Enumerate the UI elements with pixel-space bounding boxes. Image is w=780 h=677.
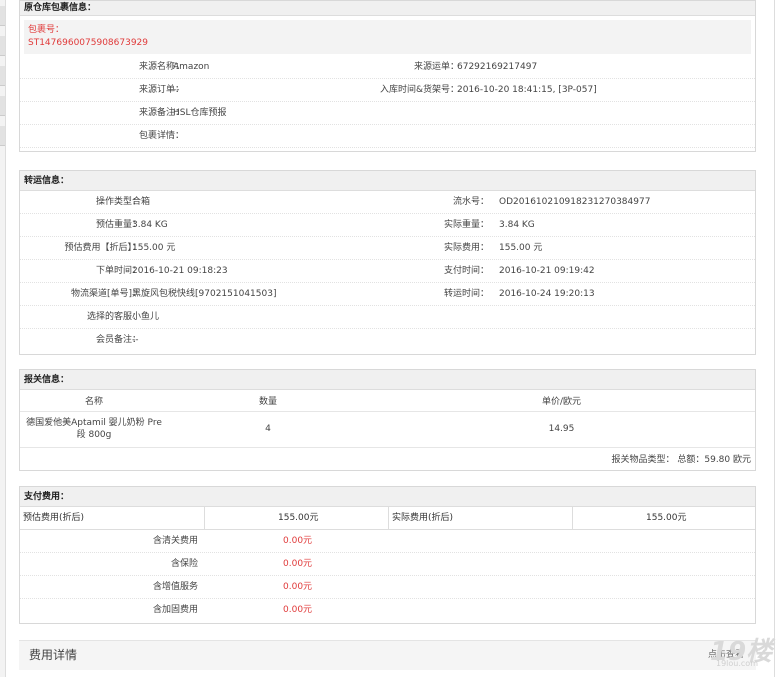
transfer-time-label: 转运时间： <box>443 289 489 299</box>
customs-fee-label: 含清关费用 <box>152 536 198 546</box>
order-time-value: 2016-10-21 09:18:23 <box>132 266 228 276</box>
fee-row: 含保险 0.00元 <box>20 553 755 576</box>
origin-row: 包裹详情： <box>20 125 755 148</box>
insurance-fee-value: 0.00元 <box>283 559 313 569</box>
watermark-small-text: 19lou.com <box>716 659 758 668</box>
source-remark-value: HSL仓库预报 <box>173 108 227 118</box>
package-number-box: 包裹号： ST1476960075908673929 <box>24 20 751 54</box>
sidebar-tab[interactable] <box>0 126 5 146</box>
transfer-row: 操作类型： 合箱 流水号： OD20161021091823127038​497… <box>20 191 755 214</box>
transfer-panel: 转运信息： 操作类型： 合箱 流水号： OD201610210918231270… <box>19 170 756 355</box>
value-added-fee-value: 0.00元 <box>283 582 313 592</box>
item-name-cell: 德国爱他美Aptamil 婴儿奶粉 Pre 段 800g <box>20 411 168 448</box>
watermark-logo: 19楼 19lou.com <box>704 631 774 671</box>
logistics-channel-value: 黑旋风包税快线[9702151041503] <box>132 289 277 299</box>
item-name-line2: 段 800g <box>76 430 112 440</box>
source-order-value: -- <box>173 85 180 95</box>
transfer-row: 会员备注： -- <box>20 329 755 352</box>
reinforce-fee-value: 0.00元 <box>283 605 313 615</box>
transfer-row: 下单时间： 2016-10-21 09:18:23 支付时间： 2016-10-… <box>20 260 755 283</box>
customs-panel-title: 报关信息： <box>20 370 755 390</box>
table-row: 德国爱他美Aptamil 婴儿奶粉 Pre 段 800g 4 14.95 <box>20 411 755 448</box>
operation-type-value: 合箱 <box>132 197 151 207</box>
est-cost-label: 预估费用【折后】： <box>64 243 141 253</box>
origin-row: 来源名称： Amazon 来源运单： 67292169217497 <box>20 56 755 79</box>
source-waybill-label: 来源运单： <box>413 62 459 72</box>
fee-row: 含加固费用 0.00元 <box>20 599 755 622</box>
customs-table: 名称 数量 单价/欧元 德国爱他美Aptamil 婴儿奶粉 Pre 段 800g… <box>20 390 755 469</box>
source-name-value: Amazon <box>173 62 210 72</box>
origin-package-panel: 原仓库包裹信息： 包裹号： ST1476960075908673929 来源名称… <box>19 0 756 152</box>
service-agent-value: 小鱼儿 <box>132 312 160 322</box>
left-sidebar-strip <box>0 0 6 677</box>
package-detail-label: 包裹详情： <box>138 131 184 141</box>
inbound-time-value: 2016-10-20 18:41:15, [3P-057] <box>457 85 597 95</box>
payment-summary-row: 预估费用(折后) 155.00元 实际费用(折后) 155.00元 <box>20 507 755 530</box>
actual-weight-label: 实际重量： <box>443 220 489 230</box>
customs-fee-value: 0.00元 <box>283 536 313 546</box>
origin-row: 来源订单： -- 入库时间&货架号： 2016-10-20 18:41:15, … <box>20 79 755 102</box>
inbound-time-label: 入库时间&货架号： <box>379 85 459 95</box>
item-name-line1: 德国爱他美Aptamil 婴儿奶粉 Pre <box>26 418 162 428</box>
col-header-price: 单价/欧元 <box>368 390 755 412</box>
sidebar-tab[interactable] <box>0 6 5 26</box>
customs-summary: 报关物品类型： 总额：59.80 欧元 <box>611 454 752 465</box>
value-added-fee-label: 含增值服务 <box>152 582 198 592</box>
transfer-row: 选择的客服： 小鱼儿 <box>20 306 755 329</box>
serial-number-label: 流水号： <box>452 197 489 207</box>
est-fee-label: 预估费用(折后) <box>23 513 85 523</box>
divider <box>388 507 389 530</box>
payment-panel-title: 支付费用： <box>20 487 755 507</box>
member-remark-value: -- <box>132 335 139 345</box>
est-cost-value: 155.00 元 <box>132 243 176 253</box>
est-fee-value: 155.00元 <box>278 513 319 523</box>
fee-detail-bar[interactable]: 费用详情 点击查看 <box>19 640 756 670</box>
origin-row: 来源备注： HSL仓库预报 <box>20 102 755 125</box>
pay-time-label: 支付时间： <box>443 266 489 276</box>
est-weight-value: 3.84 KG <box>132 220 168 230</box>
package-number-value: ST1476960075908673929 <box>28 38 149 48</box>
item-qty-cell: 4 <box>168 411 368 448</box>
actual-cost-value: 155.00 元 <box>499 243 543 253</box>
logistics-channel-label: 物流渠道[单号]： <box>70 289 141 299</box>
pay-time-value: 2016-10-21 09:19:42 <box>499 266 595 276</box>
fee-row: 含清关费用 0.00元 <box>20 530 755 553</box>
serial-number-value: OD20161021091823127038​4977 <box>499 197 651 207</box>
sidebar-tab[interactable] <box>0 36 5 56</box>
actual-cost-label: 实际费用： <box>443 243 489 253</box>
actual-weight-value: 3.84 KG <box>499 220 535 230</box>
divider <box>572 507 573 530</box>
origin-panel-title: 原仓库包裹信息： <box>20 1 755 16</box>
sidebar-tab[interactable] <box>0 96 5 116</box>
right-border <box>774 0 775 677</box>
transfer-row: 预估费用【折后】： 155.00 元 实际费用： 155.00 元 <box>20 237 755 260</box>
sidebar-tab[interactable] <box>0 66 5 86</box>
transfer-time-value: 2016-10-24 19:20:13 <box>499 289 595 299</box>
col-header-qty: 数量 <box>168 390 368 412</box>
customs-header-row: 名称 数量 单价/欧元 <box>20 390 755 412</box>
fee-row: 含增值服务 0.00元 <box>20 576 755 599</box>
item-price-cell: 14.95 <box>368 411 755 448</box>
customs-panel: 报关信息： 名称 数量 单价/欧元 德国爱他美Aptamil 婴儿奶粉 Pre … <box>19 369 756 471</box>
customs-summary-row: 报关物品类型： 总额：59.80 欧元 <box>20 447 755 469</box>
source-waybill-value: 67292169217497 <box>457 62 538 72</box>
actual-fee-value: 155.00元 <box>646 513 687 523</box>
fee-detail-title: 费用详情 <box>29 648 78 662</box>
actual-fee-label: 实际费用(折后) <box>392 513 454 523</box>
payment-panel: 支付费用： 预估费用(折后) 155.00元 实际费用(折后) 155.00元 … <box>19 486 756 624</box>
insurance-fee-label: 含保险 <box>170 559 198 569</box>
divider <box>204 507 205 530</box>
transfer-panel-title: 转运信息： <box>20 171 755 191</box>
reinforce-fee-label: 含加固费用 <box>152 605 198 615</box>
transfer-row: 预估重量： 3.84 KG 实际重量： 3.84 KG <box>20 214 755 237</box>
transfer-row: 物流渠道[单号]： 黑旋风包税快线[9702151041503] 转运时间： 2… <box>20 283 755 306</box>
col-header-name: 名称 <box>20 390 168 412</box>
package-number-label: 包裹号： <box>28 25 65 35</box>
